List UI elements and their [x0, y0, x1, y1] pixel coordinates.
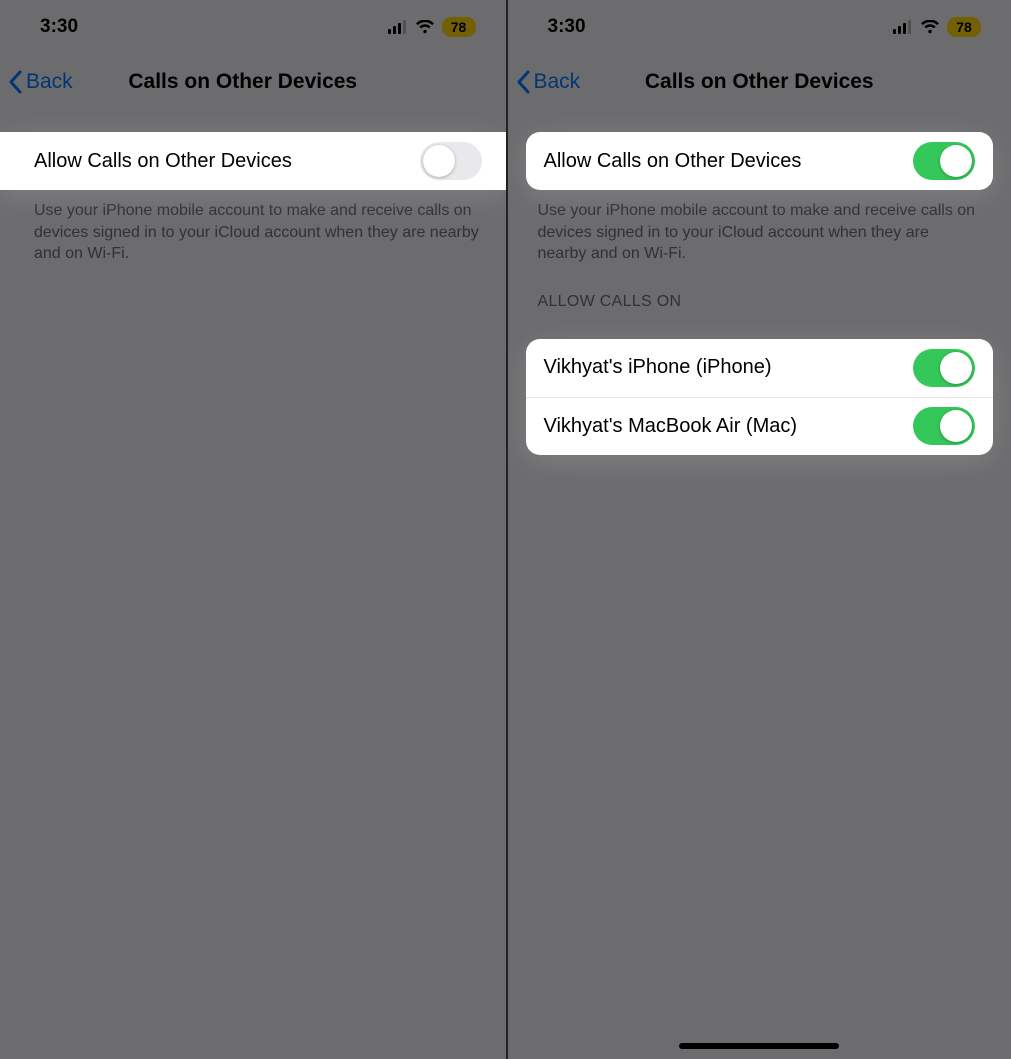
battery-indicator: 78 — [947, 17, 981, 37]
device-row-mac[interactable]: Vikhyat's MacBook Air (Mac) — [526, 397, 994, 455]
screenshot-left: 3:30 78 Back Calls on Other Devices Allo… — [0, 0, 506, 1059]
battery-indicator: 78 — [442, 17, 476, 37]
wifi-icon — [415, 20, 435, 34]
device-row-iphone[interactable]: Vikhyat's iPhone (iPhone) — [526, 339, 994, 397]
page-title: Calls on Other Devices — [128, 70, 357, 94]
cellular-icon — [893, 20, 913, 34]
allow-calls-toggle[interactable] — [420, 142, 482, 180]
status-bar: 3:30 78 — [508, 0, 1011, 54]
device-label: Vikhyat's MacBook Air (Mac) — [544, 415, 798, 438]
allow-calls-toggle[interactable] — [913, 142, 975, 180]
wifi-icon — [920, 20, 940, 34]
allow-calls-row[interactable]: Allow Calls on Other Devices — [526, 132, 994, 190]
allow-calls-row[interactable]: Allow Calls on Other Devices — [0, 132, 506, 190]
nav-bar: Back Calls on Other Devices — [508, 54, 1011, 110]
back-button[interactable]: Back — [8, 54, 73, 110]
footer-description: Use your iPhone mobile account to make a… — [508, 190, 1011, 265]
screenshot-right: 3:30 78 Back Calls on Other Devices Allo… — [506, 0, 1011, 1059]
status-indicators: 78 — [893, 17, 981, 37]
content-area: Allow Calls on Other Devices Use your iP… — [508, 132, 1011, 455]
status-time: 3:30 — [548, 16, 586, 38]
back-label: Back — [534, 70, 581, 94]
allow-calls-label: Allow Calls on Other Devices — [34, 150, 292, 173]
status-indicators: 78 — [388, 17, 476, 37]
back-button[interactable]: Back — [516, 54, 581, 110]
device-toggle-mac[interactable] — [913, 407, 975, 445]
devices-card: Vikhyat's iPhone (iPhone) Vikhyat's MacB… — [526, 339, 994, 455]
footer-description: Use your iPhone mobile account to make a… — [0, 190, 506, 265]
main-toggle-card: Allow Calls on Other Devices — [526, 132, 994, 190]
devices-section-header: ALLOW CALLS ON — [508, 265, 1011, 317]
status-bar: 3:30 78 — [0, 0, 506, 54]
home-indicator — [679, 1043, 839, 1049]
back-label: Back — [26, 70, 73, 94]
chevron-left-icon — [8, 70, 22, 94]
page-title: Calls on Other Devices — [645, 70, 874, 94]
allow-calls-label: Allow Calls on Other Devices — [544, 150, 802, 173]
device-label: Vikhyat's iPhone (iPhone) — [544, 356, 772, 379]
main-toggle-card: Allow Calls on Other Devices — [0, 132, 506, 190]
content-area: Allow Calls on Other Devices Use your iP… — [0, 132, 506, 265]
chevron-left-icon — [516, 70, 530, 94]
cellular-icon — [388, 20, 408, 34]
device-toggle-iphone[interactable] — [913, 349, 975, 387]
nav-bar: Back Calls on Other Devices — [0, 54, 506, 110]
status-time: 3:30 — [40, 16, 78, 38]
